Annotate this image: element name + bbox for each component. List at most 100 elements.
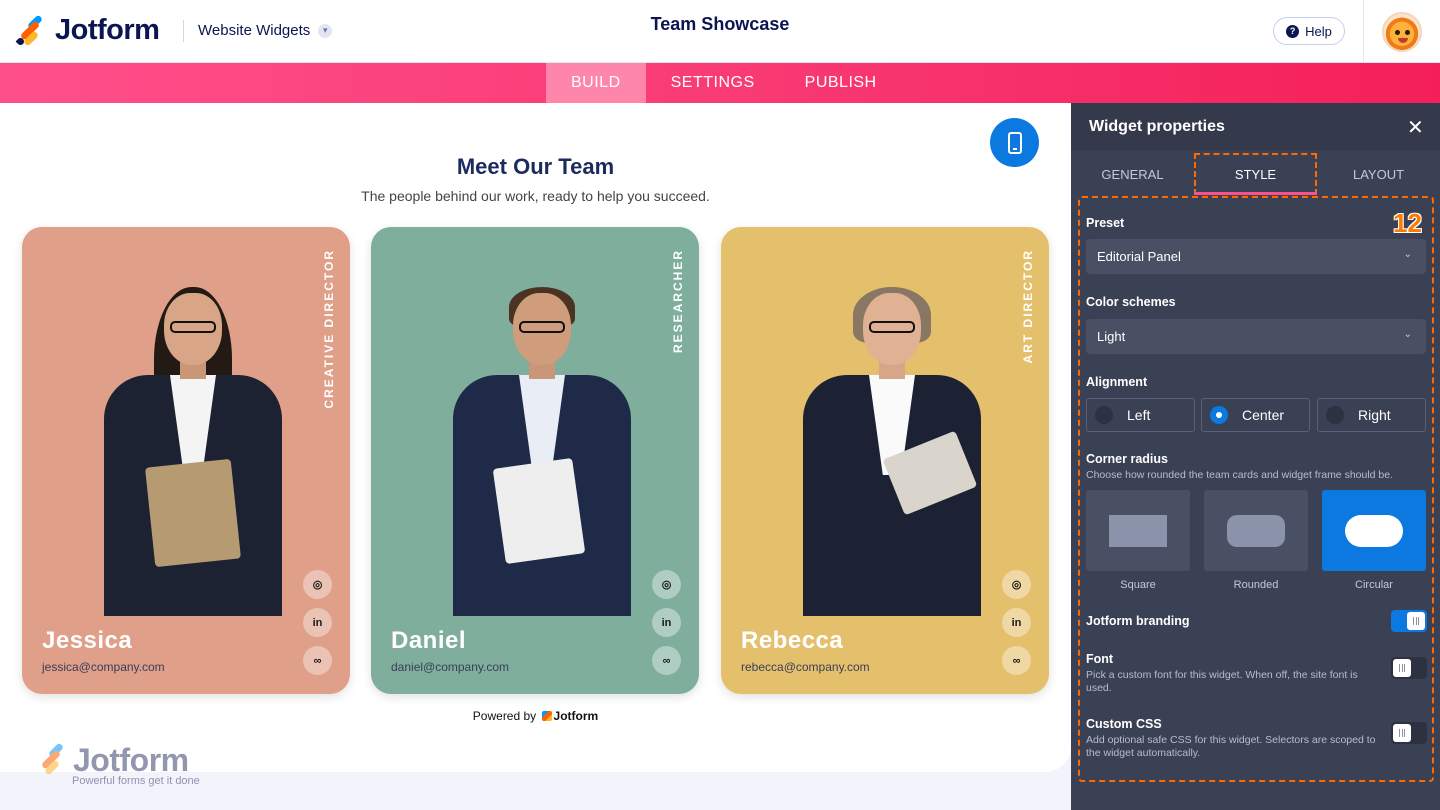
panel-tabs: GENERAL STYLE LAYOUT bbox=[1071, 153, 1440, 195]
alignment-center-option[interactable]: Center bbox=[1201, 398, 1310, 432]
custom-css-toggle[interactable] bbox=[1391, 722, 1427, 744]
card-email[interactable]: rebecca@company.com bbox=[741, 660, 870, 674]
jotform-logo-icon bbox=[15, 13, 45, 47]
panel-header: Widget properties ✕ bbox=[1071, 103, 1440, 150]
branding-toggle[interactable] bbox=[1391, 610, 1427, 632]
tab-publish[interactable]: PUBLISH bbox=[780, 63, 902, 103]
link-icon[interactable]: ∞ bbox=[303, 646, 332, 675]
panel-title: Widget properties bbox=[1089, 118, 1225, 135]
link-icon[interactable]: ∞ bbox=[652, 646, 681, 675]
tab-settings[interactable]: SETTINGS bbox=[646, 63, 780, 103]
alignment-left-option[interactable]: Left bbox=[1086, 398, 1195, 432]
alignment-right-option[interactable]: Right bbox=[1317, 398, 1426, 432]
team-card[interactable]: ART DIRECTOR ◎ in ∞ Rebecca rebecca@comp… bbox=[721, 227, 1049, 694]
tab-layout[interactable]: LAYOUT bbox=[1317, 153, 1440, 195]
card-name: Daniel bbox=[391, 627, 467, 654]
card-role: ART DIRECTOR bbox=[1021, 249, 1035, 364]
radius-circular-option[interactable] bbox=[1322, 490, 1426, 571]
alignment-label: Alignment bbox=[1086, 375, 1148, 389]
preset-value: Editorial Panel bbox=[1097, 249, 1181, 264]
widget-properties-panel: Widget properties ✕ GENERAL STYLE LAYOUT… bbox=[1071, 103, 1440, 810]
person-photo bbox=[791, 287, 991, 616]
radio-icon bbox=[1095, 406, 1113, 424]
tab-style[interactable]: STYLE bbox=[1194, 153, 1317, 195]
person-photo bbox=[92, 287, 292, 616]
color-scheme-label: Color schemes bbox=[1086, 295, 1176, 309]
corner-radius-description: Choose how rounded the team cards and wi… bbox=[1086, 469, 1394, 481]
radio-icon bbox=[1326, 406, 1344, 424]
tab-general[interactable]: GENERAL bbox=[1071, 153, 1194, 195]
toggle-knob bbox=[1393, 724, 1411, 742]
team-card[interactable]: CREATIVE DIRECTOR ◎ in ∞ Jessica jessica… bbox=[22, 227, 350, 694]
linkedin-icon[interactable]: in bbox=[652, 608, 681, 637]
alignment-right-label: Right bbox=[1358, 407, 1391, 423]
font-toggle[interactable] bbox=[1391, 657, 1427, 679]
help-label: Help bbox=[1305, 23, 1332, 39]
square-shape-icon bbox=[1109, 514, 1167, 547]
preset-label: Preset bbox=[1086, 216, 1125, 230]
card-role: RESEARCHER bbox=[671, 249, 685, 354]
radius-circular-label: Circular bbox=[1355, 579, 1393, 591]
card-name: Jessica bbox=[42, 627, 133, 654]
widget-subtitle: The people behind our work, ready to hel… bbox=[361, 188, 710, 204]
color-scheme-select[interactable]: Light ⌄ bbox=[1086, 319, 1426, 354]
alignment-center-label: Center bbox=[1242, 407, 1285, 423]
radio-selected-icon bbox=[1210, 406, 1228, 424]
corner-radius-label: Corner radius bbox=[1086, 452, 1168, 466]
toggle-knob bbox=[1393, 659, 1411, 677]
toggle-knob bbox=[1407, 612, 1425, 630]
close-icon[interactable]: ✕ bbox=[1407, 115, 1424, 140]
team-card[interactable]: RESEARCHER ◎ in ∞ Daniel daniel@company.… bbox=[371, 227, 699, 694]
color-scheme-value: Light bbox=[1097, 329, 1126, 344]
radius-square-label: Square bbox=[1120, 579, 1156, 591]
jotform-watermark-icon bbox=[37, 742, 67, 776]
chevron-down-icon: ▾ bbox=[318, 23, 333, 38]
linkedin-icon[interactable]: in bbox=[303, 608, 332, 637]
custom-css-label: Custom CSS bbox=[1086, 717, 1162, 731]
product-name: Website Widgets bbox=[198, 22, 311, 39]
card-email[interactable]: daniel@company.com bbox=[391, 660, 509, 674]
chevron-down-icon: ⌄ bbox=[1403, 249, 1412, 260]
jotform-logo[interactable]: Jotform bbox=[15, 13, 160, 47]
link-icon[interactable]: ∞ bbox=[1002, 646, 1031, 675]
step-badge: 12 bbox=[1393, 208, 1422, 238]
nav-tabs: BUILD SETTINGS PUBLISH bbox=[546, 63, 902, 103]
person-photo bbox=[441, 287, 641, 616]
product-switcher[interactable]: Website Widgets ▾ bbox=[198, 22, 333, 39]
radius-square-option[interactable] bbox=[1086, 490, 1190, 571]
linkedin-icon[interactable]: in bbox=[1002, 608, 1031, 637]
instagram-icon[interactable]: ◎ bbox=[652, 570, 681, 599]
card-email[interactable]: jessica@company.com bbox=[42, 660, 165, 674]
tab-build[interactable]: BUILD bbox=[546, 63, 646, 103]
jotform-mini-icon bbox=[541, 711, 552, 721]
branding-label: Jotform branding bbox=[1086, 614, 1190, 628]
radius-rounded-label: Rounded bbox=[1233, 579, 1279, 591]
header-divider bbox=[183, 20, 184, 42]
card-name: Rebecca bbox=[741, 627, 844, 654]
font-label: Font bbox=[1086, 652, 1114, 666]
watermark-tagline: Powerful forms get it done bbox=[72, 775, 200, 787]
widget-title: Meet Our Team bbox=[456, 154, 615, 179]
header-divider-right bbox=[1363, 0, 1364, 63]
powered-by-prefix: Powered by bbox=[472, 709, 537, 723]
circular-shape-icon bbox=[1345, 514, 1403, 547]
brand-name: Jotform bbox=[55, 14, 160, 46]
jotform-watermark: Jotform Powerful forms get it done bbox=[37, 742, 200, 787]
nav-bar: BUILD SETTINGS PUBLISH bbox=[0, 63, 1440, 103]
rounded-shape-icon bbox=[1227, 514, 1285, 547]
instagram-icon[interactable]: ◎ bbox=[1002, 570, 1031, 599]
chevron-down-icon: ⌄ bbox=[1403, 329, 1412, 340]
font-description: Pick a custom font for this widget. When… bbox=[1086, 669, 1358, 694]
help-button[interactable]: ? Help bbox=[1273, 17, 1345, 45]
watermark-brand: Jotform bbox=[73, 742, 189, 778]
powered-by[interactable]: Powered by Jotform bbox=[0, 709, 1071, 723]
help-icon: ? bbox=[1286, 24, 1300, 38]
alignment-left-label: Left bbox=[1127, 407, 1151, 423]
phone-icon bbox=[1007, 131, 1022, 154]
powered-by-brand: Jotform bbox=[553, 709, 599, 723]
avatar[interactable] bbox=[1382, 12, 1422, 52]
radius-rounded-option[interactable] bbox=[1204, 490, 1308, 571]
preset-select[interactable]: Editorial Panel ⌄ bbox=[1086, 239, 1426, 274]
custom-css-description: Add optional safe CSS for this widget. S… bbox=[1086, 734, 1376, 759]
instagram-icon[interactable]: ◎ bbox=[303, 570, 332, 599]
